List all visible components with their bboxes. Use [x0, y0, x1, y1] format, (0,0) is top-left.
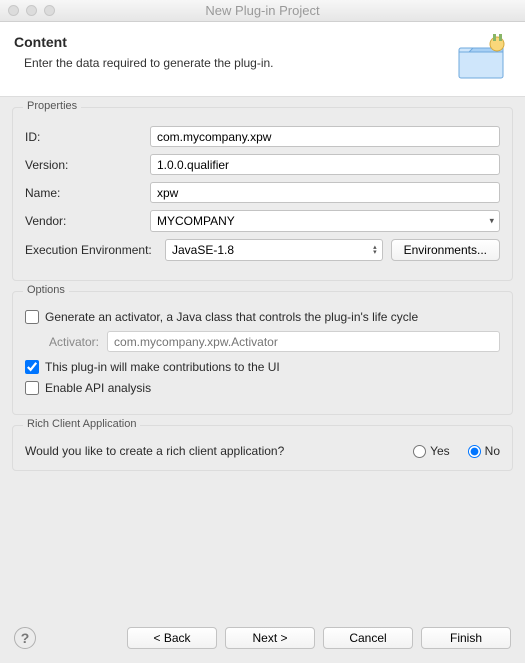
titlebar: New Plug-in Project	[0, 0, 525, 22]
environments-button[interactable]: Environments...	[391, 239, 500, 261]
rca-yes-label: Yes	[430, 444, 450, 458]
window-title: New Plug-in Project	[0, 3, 525, 18]
enable-api-checkbox[interactable]	[25, 381, 39, 395]
wizard-footer: ? < Back Next > Cancel Finish	[0, 617, 525, 663]
rca-no-radio[interactable]	[468, 445, 481, 458]
ui-contributions-label: This plug-in will make contributions to …	[45, 360, 280, 374]
generate-activator-label: Generate an activator, a Java class that…	[45, 310, 418, 324]
rca-group-label: Rich Client Application	[23, 418, 140, 430]
properties-group-label: Properties	[23, 100, 81, 112]
back-button[interactable]: < Back	[127, 627, 217, 649]
activator-field	[107, 331, 500, 352]
generate-activator-checkbox[interactable]	[25, 310, 39, 324]
page-title: Content	[14, 34, 274, 50]
help-icon[interactable]: ?	[14, 627, 36, 649]
page-subtitle: Enter the data required to generate the …	[24, 56, 274, 70]
rca-question: Would you like to create a rich client a…	[25, 444, 284, 458]
vendor-combo[interactable]: MYCOMPANY	[150, 210, 500, 232]
wizard-header: Content Enter the data required to gener…	[0, 22, 525, 97]
options-group-label: Options	[23, 284, 69, 296]
rca-group: Rich Client Application Would you like t…	[12, 425, 513, 471]
exec-env-label: Execution Environment:	[25, 243, 165, 257]
rca-yes-radio[interactable]	[413, 445, 426, 458]
vendor-label: Vendor:	[25, 214, 150, 228]
plugin-folder-icon	[455, 34, 511, 82]
ui-contributions-checkbox[interactable]	[25, 360, 39, 374]
name-label: Name:	[25, 186, 150, 200]
id-field[interactable]	[150, 126, 500, 147]
version-label: Version:	[25, 158, 150, 172]
finish-button[interactable]: Finish	[421, 627, 511, 649]
next-button[interactable]: Next >	[225, 627, 315, 649]
version-field[interactable]	[150, 154, 500, 175]
exec-env-combo[interactable]: JavaSE-1.8	[165, 239, 383, 261]
activator-label: Activator:	[49, 335, 99, 349]
options-group: Options Generate an activator, a Java cl…	[12, 291, 513, 415]
rca-no-label: No	[485, 444, 500, 458]
name-field[interactable]	[150, 182, 500, 203]
properties-group: Properties ID: Version: Name: Vendor: MY…	[12, 107, 513, 281]
rca-no-option[interactable]: No	[468, 444, 500, 458]
cancel-button[interactable]: Cancel	[323, 627, 413, 649]
id-label: ID:	[25, 130, 150, 144]
rca-yes-option[interactable]: Yes	[413, 444, 450, 458]
enable-api-label: Enable API analysis	[45, 381, 151, 395]
